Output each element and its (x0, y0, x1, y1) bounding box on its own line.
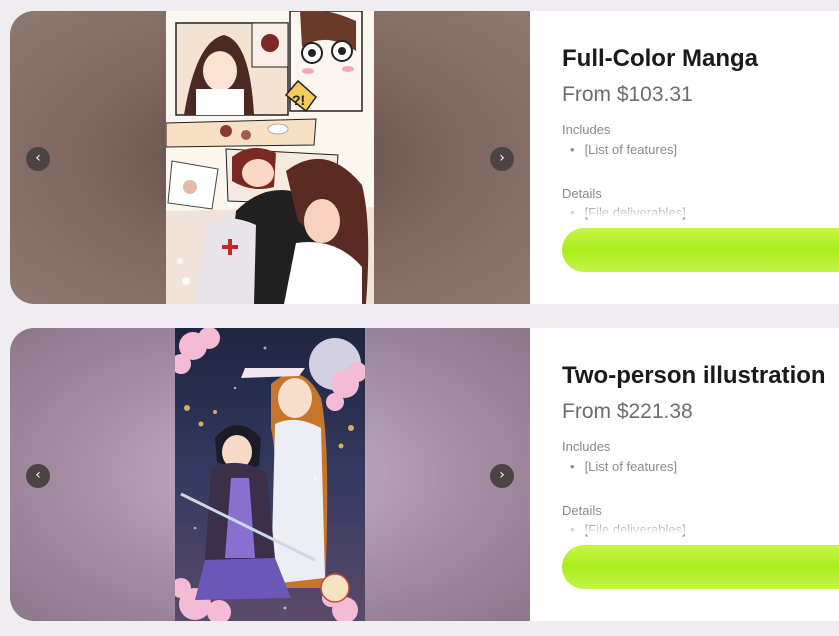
product-info: Two-person illustration From $221.38 Inc… (562, 328, 839, 621)
details-label: Details (562, 186, 602, 201)
product-title: Full-Color Manga (562, 45, 758, 72)
order-button[interactable] (562, 545, 839, 589)
includes-label: Includes (562, 122, 611, 137)
product-info: Full-Color Manga From $103.31 Includes [… (562, 11, 839, 304)
chevron-right-icon: › (499, 467, 505, 483)
product-title: Two-person illustration (562, 362, 826, 389)
product-card-full-color-manga: ?! ‹ › Full-Color Manga From $103.31 Inc… (10, 11, 839, 304)
next-image-button[interactable]: › (490, 147, 514, 171)
artwork-image[interactable] (175, 328, 365, 621)
product-price: From $221.38 (562, 400, 693, 423)
chevron-left-icon: ‹ (35, 150, 41, 166)
includes-item: [List of features] (570, 459, 678, 474)
details-label: Details (562, 503, 602, 518)
previous-image-button[interactable]: ‹ (26, 464, 50, 488)
previous-image-button[interactable]: ‹ (26, 147, 50, 171)
artwork-image[interactable]: ?! (166, 11, 374, 304)
includes-label: Includes (562, 439, 611, 454)
chevron-right-icon: › (499, 150, 505, 166)
svg-text:?!: ?! (292, 92, 305, 108)
includes-item: [List of features] (570, 142, 678, 157)
image-gallery: ?! ‹ › (10, 11, 530, 304)
details-fade (562, 522, 839, 534)
image-gallery: ‹ › (10, 328, 530, 621)
product-card-two-person-illustration: ‹ › Two-person illustration From $221.38… (10, 328, 839, 621)
product-price: From $103.31 (562, 83, 693, 106)
details-fade (562, 205, 839, 217)
next-image-button[interactable]: › (490, 464, 514, 488)
chevron-left-icon: ‹ (35, 467, 41, 483)
order-button[interactable] (562, 228, 839, 272)
